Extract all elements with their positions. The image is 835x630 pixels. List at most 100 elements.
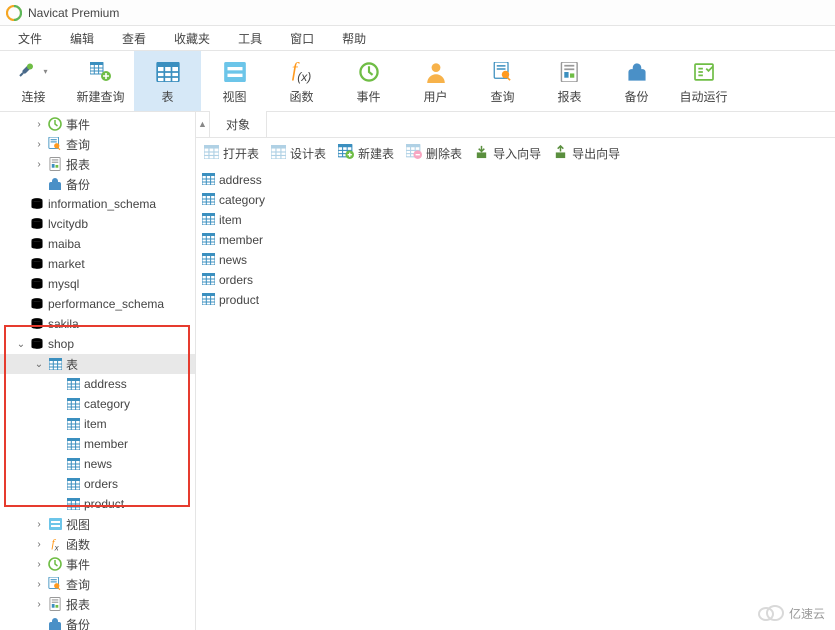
event-icon — [46, 557, 64, 571]
tool-view[interactable]: 视图 — [201, 51, 268, 111]
tree-item-事件[interactable]: ›事件 — [0, 554, 195, 574]
tool-event[interactable]: 事件 — [335, 51, 402, 111]
tree-item-item[interactable]: item — [0, 414, 195, 434]
action-table: 打开表 — [204, 145, 259, 162]
tree-item-performance_schema[interactable]: performance_schema — [0, 294, 195, 314]
dbgr-icon — [28, 218, 46, 230]
import-icon — [474, 144, 489, 162]
newtable-icon — [338, 144, 354, 162]
tool-query[interactable]: 查询 — [469, 51, 536, 111]
action-newtable[interactable]: 新建表 — [338, 144, 394, 162]
tool-table[interactable]: 表 — [134, 51, 201, 111]
tree-item-备份[interactable]: 备份 — [0, 614, 195, 630]
window-title: Navicat Premium — [28, 6, 119, 20]
list-item[interactable]: news — [202, 250, 829, 270]
table-icon — [202, 173, 215, 188]
table-icon — [202, 233, 215, 248]
report-icon — [560, 58, 580, 86]
tree-twisty-icon[interactable]: › — [32, 539, 46, 550]
tree-item-product[interactable]: product — [0, 494, 195, 514]
list-item[interactable]: category — [202, 190, 829, 210]
tree-twisty-icon[interactable]: ⌄ — [14, 339, 28, 350]
tree-twisty-icon[interactable]: › — [32, 599, 46, 610]
menu-view[interactable]: 查看 — [108, 28, 160, 49]
tree-twisty-icon[interactable]: › — [32, 159, 46, 170]
tree-item-orders[interactable]: orders — [0, 474, 195, 494]
tab-objects[interactable]: 对象 — [210, 111, 267, 137]
design-icon — [271, 145, 286, 162]
content-pane: ▲ 对象 打开表设计表新建表删除表导入向导导出向导 addresscategor… — [196, 112, 835, 630]
tree-item-maiba[interactable]: maiba — [0, 234, 195, 254]
clock-icon — [358, 58, 380, 86]
action-import[interactable]: 导入向导 — [474, 144, 541, 162]
tree-item-shop[interactable]: ⌄shop — [0, 334, 195, 354]
tree-twisty-icon[interactable]: › — [32, 579, 46, 590]
query-icon — [492, 58, 514, 86]
tool-user[interactable]: 用户 — [402, 51, 469, 111]
table-icon — [64, 398, 82, 410]
tool-newquery[interactable]: 新建查询 — [67, 51, 134, 111]
tree-item-member[interactable]: member — [0, 434, 195, 454]
action-design: 设计表 — [271, 145, 326, 162]
tree-item-备份[interactable]: 备份 — [0, 174, 195, 194]
tree-twisty-icon[interactable]: › — [32, 559, 46, 570]
menu-help[interactable]: 帮助 — [328, 28, 380, 49]
list-item[interactable]: product — [202, 290, 829, 310]
tree-item-表[interactable]: ⌄表 — [0, 354, 195, 374]
report-icon — [46, 597, 64, 611]
tree-twisty-icon[interactable]: › — [32, 119, 46, 130]
tool-backup[interactable]: 备份 — [603, 51, 670, 111]
tree-item-查询[interactable]: ›查询 — [0, 134, 195, 154]
tree-item-报表[interactable]: ›报表 — [0, 594, 195, 614]
menu-window[interactable]: 窗口 — [276, 28, 328, 49]
watermark: 亿速云 — [755, 604, 825, 622]
menu-file[interactable]: 文件 — [4, 28, 56, 49]
menu-tools[interactable]: 工具 — [224, 28, 276, 49]
tree-item-报表[interactable]: ›报表 — [0, 154, 195, 174]
tree-item-视图[interactable]: ›视图 — [0, 514, 195, 534]
tree-twisty-icon[interactable]: › — [32, 139, 46, 150]
tree-item-lvcitydb[interactable]: lvcitydb — [0, 214, 195, 234]
tool-report[interactable]: 报表 — [536, 51, 603, 111]
tree-item-market[interactable]: market — [0, 254, 195, 274]
list-item[interactable]: member — [202, 230, 829, 250]
table-icon — [64, 458, 82, 470]
tree-item-mysql[interactable]: mysql — [0, 274, 195, 294]
action-export[interactable]: 导出向导 — [553, 144, 620, 162]
object-actionbar: 打开表设计表新建表删除表导入向导导出向导 — [196, 138, 835, 168]
menu-favorites[interactable]: 收藏夹 — [160, 28, 224, 49]
backup-icon — [627, 58, 647, 86]
tree-item-函数[interactable]: ›fx函数 — [0, 534, 195, 554]
tool-auto[interactable]: 自动运行 — [670, 51, 737, 111]
toolbar: ▾连接新建查询表视图f(x)函数事件用户查询报表备份自动运行 — [0, 50, 835, 112]
fx-icon: fx — [46, 536, 64, 552]
list-item[interactable]: address — [202, 170, 829, 190]
tree-item-news[interactable]: news — [0, 454, 195, 474]
tool-connect[interactable]: ▾连接 — [0, 51, 67, 111]
tree-item-address[interactable]: address — [0, 374, 195, 394]
view-icon — [223, 58, 247, 86]
query-icon — [46, 577, 64, 591]
tool-function[interactable]: f(x)函数 — [268, 51, 335, 111]
user-icon — [425, 58, 447, 86]
list-item[interactable]: orders — [202, 270, 829, 290]
sidebar-tree[interactable]: ›事件›查询›报表备份information_schemalvcitydbmai… — [0, 112, 196, 630]
tree-item-事件[interactable]: ›事件 — [0, 114, 195, 134]
tree-item-information_schema[interactable]: information_schema — [0, 194, 195, 214]
menu-edit[interactable]: 编辑 — [56, 28, 108, 49]
event-icon — [46, 117, 64, 131]
tree-item-category[interactable]: category — [0, 394, 195, 414]
tree-item-查询[interactable]: ›查询 — [0, 574, 195, 594]
list-item[interactable]: item — [202, 210, 829, 230]
tree-twisty-icon[interactable]: ⌄ — [32, 359, 46, 370]
plug-icon: ▾ — [19, 58, 47, 86]
dbg-icon — [28, 338, 46, 350]
tree-item-sakila[interactable]: sakila — [0, 314, 195, 334]
dbgr-icon — [28, 298, 46, 310]
table-icon — [64, 418, 82, 430]
tree-twisty-icon[interactable]: › — [32, 519, 46, 530]
dbgr-icon — [28, 198, 46, 210]
tab-scroll-icon[interactable]: ▲ — [196, 111, 210, 137]
table-icon — [46, 358, 64, 370]
table-icon — [64, 478, 82, 490]
